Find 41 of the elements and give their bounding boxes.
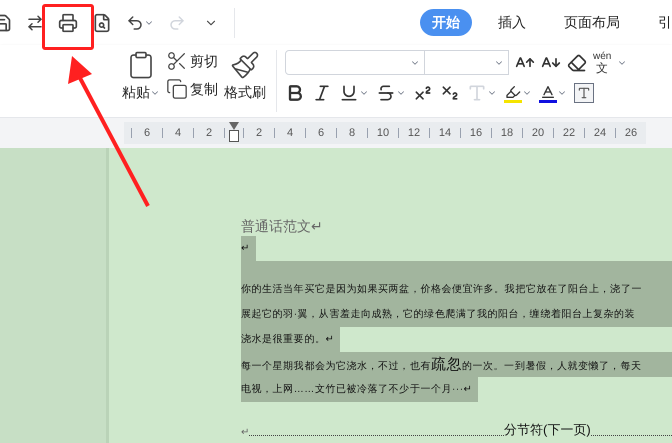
ruler-number: 18 (491, 128, 522, 138)
paste-button[interactable]: 粘贴 (122, 82, 150, 103)
ruler-number: 6 (305, 128, 336, 138)
strikethrough-icon[interactable] (376, 83, 396, 103)
ruler-number: 2 (194, 128, 225, 138)
print-icon[interactable] (58, 12, 78, 32)
underline-icon[interactable] (339, 83, 359, 103)
section-break-label: 分节符(下一页) (504, 421, 591, 439)
ribbon-tab[interactable]: 引 (646, 9, 672, 36)
eraser-icon[interactable] (567, 52, 587, 72)
ribbon-tab[interactable]: 插入 (486, 9, 538, 36)
undo-icon[interactable] (126, 14, 144, 32)
ruler-number: 22 (553, 128, 584, 138)
character-border-icon[interactable] (574, 83, 594, 103)
ruler-number: 8 (336, 128, 367, 138)
ruler-number: 24 (584, 128, 615, 138)
phonetic-guide-icon[interactable]: wén 文 (593, 52, 612, 74)
ruler-number: 4 (274, 128, 305, 138)
highlight-frame (42, 4, 94, 50)
cut-button[interactable]: 剪切 (190, 50, 218, 72)
document-title: 普通话范文↵ (241, 217, 324, 236)
copy-icon[interactable] (166, 78, 188, 100)
ruler-number: 20 (522, 128, 553, 138)
ruler-number: 10 (367, 128, 398, 138)
ruler-number: 6 (132, 128, 163, 138)
ruler-number: 26 (615, 128, 646, 138)
indent-marker-icon[interactable] (228, 122, 240, 144)
ruler-number: 16 (460, 128, 491, 138)
font-color-icon[interactable] (539, 84, 557, 102)
print-preview-icon[interactable] (92, 12, 112, 32)
scissors-icon[interactable] (166, 50, 188, 72)
paragraph-mark: ↵ (241, 426, 249, 440)
ruler-number: 14 (429, 128, 460, 138)
ribbon-tab[interactable]: 页面布局 (552, 9, 632, 36)
ruler-number: 12 (398, 128, 429, 138)
highlight-icon[interactable] (504, 84, 522, 102)
ruler-number: 2 (243, 128, 274, 138)
arrows-icon[interactable] (26, 14, 44, 32)
copy-button[interactable]: 复制 (190, 78, 218, 100)
ruler-number: 4 (163, 128, 194, 138)
format-painter-button[interactable]: 格式刷 (224, 82, 266, 103)
